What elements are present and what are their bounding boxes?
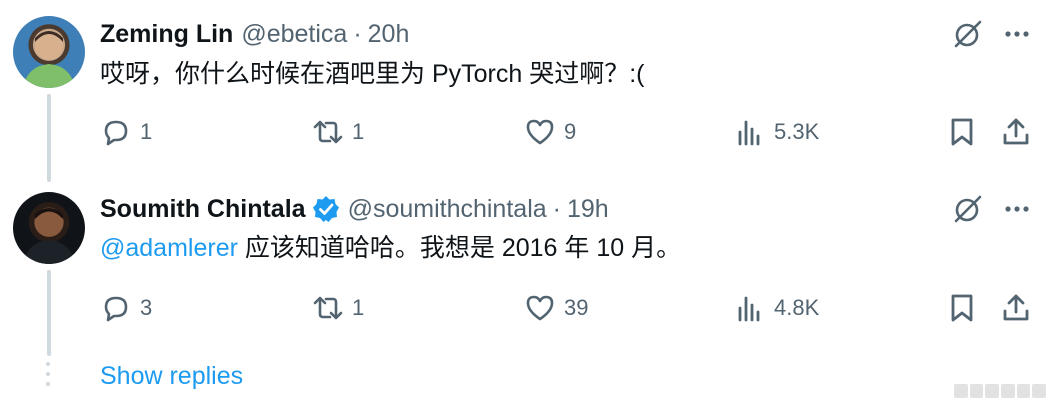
action-bar: 3 1 39 4.8K bbox=[100, 286, 1040, 330]
grok-icon[interactable] bbox=[952, 193, 984, 225]
action-bar: 1 1 9 5.3K bbox=[100, 110, 1040, 154]
bookmark-button[interactable] bbox=[946, 286, 978, 330]
bookmark-icon bbox=[951, 294, 973, 322]
grok-icon[interactable] bbox=[952, 18, 984, 50]
retweet-count: 1 bbox=[352, 119, 365, 144]
view-count: 5.3K bbox=[774, 119, 820, 144]
tweet[interactable]: Zeming Lin @ebetica · 20h 哎呀，你什么时候在酒吧里为 … bbox=[0, 0, 1056, 182]
tweet-text: @adamlerer 应该知道哈哈。我想是 2016 年 10 月。 bbox=[100, 232, 681, 264]
like-button[interactable]: 39 bbox=[524, 286, 588, 330]
reply-button[interactable]: 3 bbox=[100, 286, 152, 330]
view-count: 4.8K bbox=[774, 295, 820, 320]
like-button[interactable]: 9 bbox=[524, 110, 576, 154]
views-button[interactable]: 5.3K bbox=[734, 110, 819, 154]
mention-link[interactable]: @adamlerer bbox=[100, 234, 238, 262]
timestamp[interactable]: 19h bbox=[567, 195, 609, 224]
like-icon bbox=[526, 295, 554, 321]
retweet-count: 1 bbox=[352, 295, 365, 320]
retweet-icon bbox=[313, 296, 343, 320]
thread-line bbox=[47, 270, 51, 356]
show-replies-link[interactable]: Show replies bbox=[100, 362, 243, 391]
bookmark-icon bbox=[951, 118, 973, 146]
reply-icon bbox=[104, 120, 128, 146]
show-replies-row[interactable]: Show replies bbox=[0, 352, 1056, 408]
tweet-header: Soumith Chintala @soumithchintala · 19h bbox=[100, 192, 609, 226]
tweet-body: 应该知道哈哈。我想是 2016 年 10 月。 bbox=[237, 234, 682, 262]
separator: · bbox=[353, 19, 362, 48]
tweet-body: 哎呀，你什么时候在酒吧里为 PyTorch 哭过啊？:( bbox=[100, 60, 645, 88]
share-button[interactable] bbox=[1000, 110, 1032, 154]
reply-icon bbox=[104, 296, 128, 322]
author-handle[interactable]: @ebetica bbox=[241, 20, 347, 49]
tweet-text: 哎呀，你什么时候在酒吧里为 PyTorch 哭过啊？:( bbox=[100, 58, 644, 90]
tweet-header: Zeming Lin @ebetica · 20h bbox=[100, 17, 409, 51]
author-name[interactable]: Zeming Lin bbox=[100, 20, 233, 49]
like-icon bbox=[526, 119, 554, 145]
like-count: 9 bbox=[564, 119, 577, 144]
views-icon bbox=[738, 296, 760, 322]
share-icon bbox=[1003, 294, 1029, 321]
author-name[interactable]: Soumith Chintala bbox=[100, 195, 306, 224]
verified-badge-icon[interactable] bbox=[312, 195, 340, 223]
like-count: 39 bbox=[564, 295, 589, 320]
views-icon bbox=[738, 120, 760, 146]
reply-button[interactable]: 1 bbox=[100, 110, 152, 154]
avatar[interactable] bbox=[13, 16, 85, 88]
author-handle[interactable]: @soumithchintala bbox=[348, 195, 547, 224]
thread-dots bbox=[46, 362, 52, 392]
avatar[interactable] bbox=[13, 192, 85, 264]
share-button[interactable] bbox=[1000, 286, 1032, 330]
reply-count: 3 bbox=[140, 295, 153, 320]
reply-count: 1 bbox=[140, 119, 153, 144]
retweet-button[interactable]: 1 bbox=[312, 286, 364, 330]
tweet[interactable]: Soumith Chintala @soumithchintala · 19h … bbox=[0, 176, 1056, 356]
more-icon[interactable] bbox=[1002, 194, 1032, 224]
views-button[interactable]: 4.8K bbox=[734, 286, 819, 330]
bookmark-button[interactable] bbox=[946, 110, 978, 154]
timestamp[interactable]: 20h bbox=[368, 20, 410, 49]
share-icon bbox=[1003, 118, 1029, 145]
retweet-button[interactable]: 1 bbox=[312, 110, 364, 154]
retweet-icon bbox=[313, 120, 343, 144]
more-icon[interactable] bbox=[1002, 19, 1032, 49]
watermark bbox=[954, 384, 1047, 398]
thread-line bbox=[47, 94, 51, 182]
separator: · bbox=[552, 194, 561, 223]
